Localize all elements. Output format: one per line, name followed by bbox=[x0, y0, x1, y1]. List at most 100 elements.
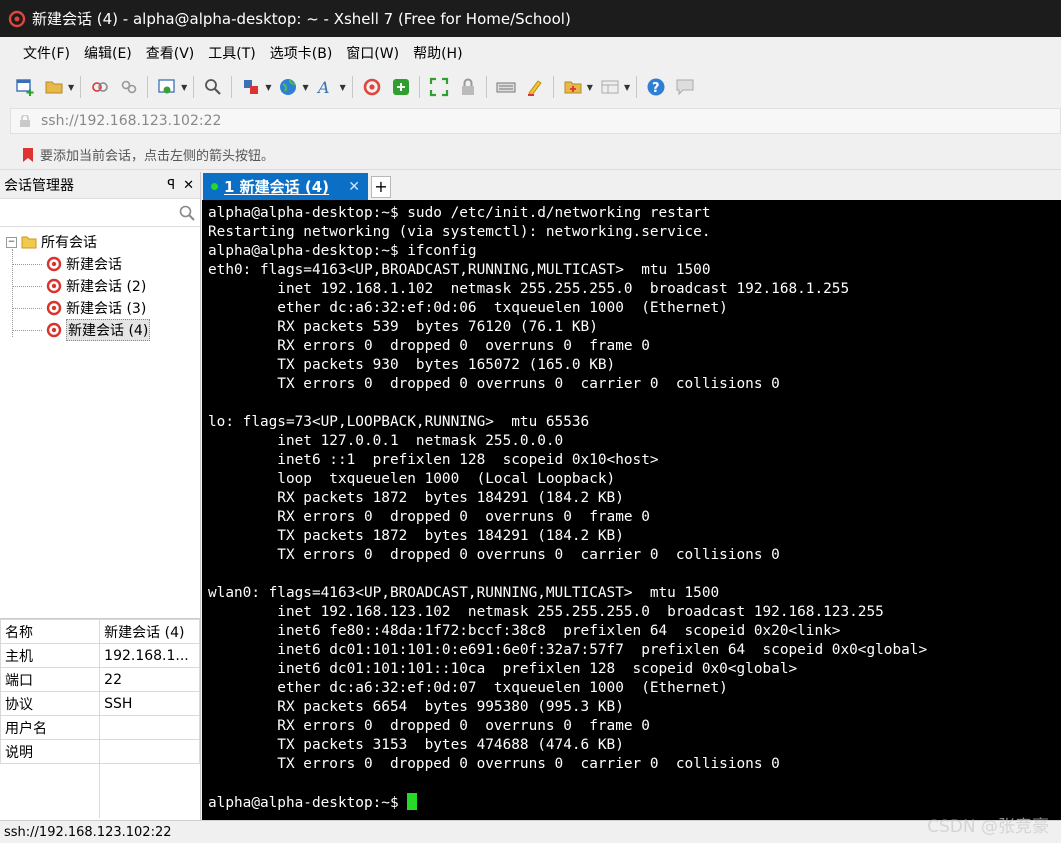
disconnect-icon[interactable] bbox=[118, 76, 140, 98]
session-manager-header: 会话管理器 ꟼ ✕ bbox=[0, 172, 200, 199]
status-bar: ssh://192.168.123.102:22 bbox=[0, 820, 1061, 843]
terminal-line: RX packets 1872 bytes 184291 (184.2 KB) bbox=[208, 490, 624, 506]
svg-text:A: A bbox=[316, 78, 330, 97]
toolbar-separator bbox=[636, 76, 638, 98]
menu-view[interactable]: 查看(V) bbox=[139, 43, 202, 63]
session-label: 新建会话 bbox=[66, 257, 122, 273]
terminal-line: ether dc:a6:32:ef:0d:06 txqueuelen 1000 … bbox=[208, 300, 728, 316]
terminal-line: alpha@alpha-desktop:~$ sudo /etc/init.d/… bbox=[208, 205, 711, 221]
session-search-input[interactable] bbox=[0, 199, 200, 227]
hint-bar: 要添加当前会话，点击左侧的箭头按钮。 bbox=[0, 140, 1061, 170]
terminal-line: inet6 fe80::48da:1f72:bccf:38c8 prefixle… bbox=[208, 623, 841, 639]
properties-icon[interactable] bbox=[156, 76, 178, 98]
session-manager-title: 会话管理器 bbox=[4, 178, 74, 194]
menu-tools[interactable]: 工具(T) bbox=[201, 43, 262, 63]
layout-dropdown-icon[interactable]: ▼ bbox=[624, 83, 630, 92]
terminal-line: TX errors 0 dropped 0 overruns 0 carrier… bbox=[208, 376, 780, 392]
prop-value: 新建会话 (4) bbox=[99, 619, 200, 644]
terminal-line: wlan0: flags=4163<UP,BROADCAST,RUNNING,M… bbox=[208, 585, 720, 601]
tab-close-icon[interactable]: ✕ bbox=[348, 179, 360, 195]
terminal-line: RX errors 0 dropped 0 overruns 0 frame 0 bbox=[208, 718, 650, 734]
terminal-line: TX errors 0 dropped 0 overruns 0 carrier… bbox=[208, 756, 780, 772]
terminal-line: inet6 ::1 prefixlen 128 scopeid 0x10<hos… bbox=[208, 452, 659, 468]
toolbar-separator bbox=[418, 76, 420, 98]
find-icon[interactable] bbox=[202, 76, 224, 98]
xshell-icon[interactable] bbox=[361, 76, 383, 98]
folder-icon bbox=[21, 236, 37, 249]
toolbar-separator bbox=[552, 76, 554, 98]
globe-dropdown-icon[interactable]: ▼ bbox=[302, 83, 308, 92]
close-icon[interactable]: ✕ bbox=[183, 178, 194, 193]
bookmark-arrow-icon[interactable] bbox=[20, 147, 36, 163]
tab-label: 1 新建会话 (4) bbox=[224, 178, 330, 196]
open-folder-icon[interactable] bbox=[43, 76, 65, 98]
compose-icon[interactable] bbox=[562, 76, 584, 98]
column-divider bbox=[99, 762, 100, 818]
prop-row-name: 名称 新建会话 (4) bbox=[0, 619, 200, 644]
session-item[interactable]: 新建会话 (3) bbox=[0, 297, 200, 319]
new-tab-button[interactable]: + bbox=[371, 176, 391, 198]
tab-bar: 1 新建会话 (4) ✕ + bbox=[202, 172, 1061, 200]
collapse-icon[interactable]: − bbox=[6, 236, 17, 248]
prop-row-port: 端口 22 bbox=[0, 667, 200, 692]
address-bar[interactable]: ssh://192.168.123.102:22 bbox=[10, 108, 1061, 134]
terminal-line: eth0: flags=4163<UP,BROADCAST,RUNNING,MU… bbox=[208, 262, 711, 278]
lock-icon[interactable] bbox=[457, 76, 479, 98]
help-icon[interactable]: ? bbox=[645, 76, 667, 98]
tab-session-4[interactable]: 1 新建会话 (4) ✕ bbox=[203, 173, 368, 200]
new-session-icon[interactable] bbox=[14, 76, 36, 98]
xftp-icon[interactable] bbox=[390, 76, 412, 98]
prop-row-description: 说明 bbox=[0, 739, 200, 764]
font-dropdown-icon[interactable]: ▼ bbox=[340, 83, 346, 92]
terminal-prompt-line: alpha@alpha-desktop:~$ bbox=[208, 793, 1061, 812]
tree-root-label: 所有会话 bbox=[41, 235, 97, 251]
pin-icon[interactable]: ꟼ bbox=[167, 178, 175, 193]
chat-icon[interactable] bbox=[674, 76, 696, 98]
compose-dropdown-icon[interactable]: ▼ bbox=[587, 83, 593, 92]
watermark: CSDN @张竞豪 bbox=[927, 817, 1049, 837]
globe-icon[interactable] bbox=[277, 76, 299, 98]
search-icon[interactable] bbox=[178, 204, 196, 222]
open-dropdown-icon[interactable]: ▼ bbox=[68, 83, 74, 92]
menu-help[interactable]: 帮助(H) bbox=[406, 43, 469, 63]
address-input[interactable]: ssh://192.168.123.102:22 bbox=[41, 113, 221, 129]
menu-tabs[interactable]: 选项卡(B) bbox=[263, 43, 340, 63]
prop-value bbox=[99, 739, 200, 764]
highlight-icon[interactable] bbox=[524, 76, 546, 98]
keyboard-icon[interactable] bbox=[495, 76, 517, 98]
properties-dropdown-icon[interactable]: ▼ bbox=[181, 83, 187, 92]
prop-key: 主机 bbox=[0, 643, 101, 668]
terminal-line: loop txqueuelen 1000 (Local Loopback) bbox=[208, 471, 616, 487]
tree-root-all-sessions[interactable]: − 所有会话 bbox=[0, 231, 200, 253]
terminal-line: ether dc:a6:32:ef:0d:07 txqueuelen 1000 … bbox=[208, 680, 728, 696]
session-item-selected[interactable]: 新建会话 (4) bbox=[0, 319, 200, 341]
menu-bar: 文件(F) 编辑(E) 查看(V) 工具(T) 选项卡(B) 窗口(W) 帮助(… bbox=[0, 37, 1061, 69]
menu-window[interactable]: 窗口(W) bbox=[339, 43, 406, 63]
reconnect-icon[interactable] bbox=[89, 76, 111, 98]
session-icon bbox=[46, 322, 62, 338]
layout-icon[interactable] bbox=[599, 76, 621, 98]
terminal-cursor bbox=[407, 793, 418, 810]
font-icon[interactable]: A bbox=[315, 76, 337, 98]
prop-value: 192.168.1... bbox=[99, 643, 200, 668]
menu-edit[interactable]: 编辑(E) bbox=[77, 43, 139, 63]
session-item[interactable]: 新建会话 bbox=[0, 253, 200, 275]
terminal-output: alpha@alpha-desktop:~$ sudo /etc/init.d/… bbox=[208, 204, 1061, 793]
transfer-icon[interactable] bbox=[240, 76, 262, 98]
session-item[interactable]: 新建会话 (2) bbox=[0, 275, 200, 297]
terminal-prompt: alpha@alpha-desktop:~$ bbox=[208, 795, 408, 811]
terminal-line: lo: flags=73<UP,LOOPBACK,RUNNING> mtu 65… bbox=[208, 414, 590, 430]
transfer-dropdown-icon[interactable]: ▼ bbox=[265, 83, 271, 92]
terminal-line: TX packets 930 bytes 165072 (165.0 KB) bbox=[208, 357, 616, 373]
terminal-line: inet6 dc01:101:101::10ca prefixlen 128 s… bbox=[208, 661, 798, 677]
toolbar: ▼ ▼ ▼ ▼ A ▼ ▼ ▼ ? bbox=[0, 69, 1061, 105]
fullscreen-icon[interactable] bbox=[428, 76, 450, 98]
terminal-line: RX errors 0 dropped 0 overruns 0 frame 0 bbox=[208, 338, 650, 354]
menu-file[interactable]: 文件(F) bbox=[16, 43, 77, 63]
terminal[interactable]: alpha@alpha-desktop:~$ sudo /etc/init.d/… bbox=[202, 200, 1061, 820]
terminal-line: TX packets 1872 bytes 184291 (184.2 KB) bbox=[208, 528, 624, 544]
svg-text:?: ? bbox=[652, 81, 660, 96]
